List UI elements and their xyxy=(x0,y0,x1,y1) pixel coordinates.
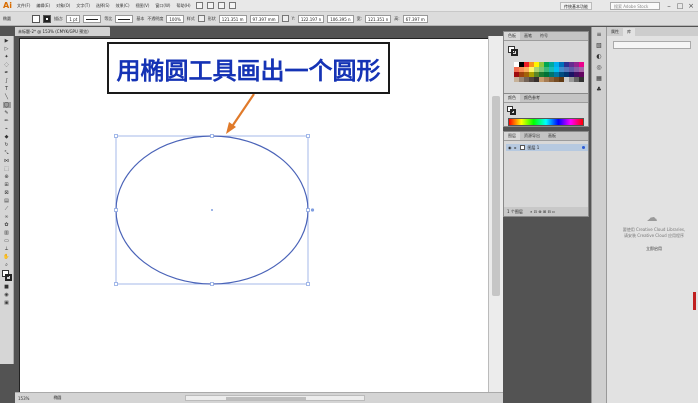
libraries-message-line2: 请安装 Creative Cloud 应用程序 xyxy=(623,233,684,238)
tab-properties[interactable]: 属性 xyxy=(607,28,623,36)
layer-footer-icons[interactable]: ⌕ ⊡ ⊕ ⊞ ⊟ ▫ xyxy=(530,209,555,214)
zoom-level[interactable]: 153% xyxy=(18,396,29,401)
tab-swatches[interactable]: 色板 xyxy=(504,32,520,40)
vertical-scroll-thumb[interactable] xyxy=(492,96,500,296)
swatch[interactable] xyxy=(579,77,584,82)
collapsed-panel-strip: ≡ ▧ ◐ ◎ ▦ ♣ xyxy=(591,27,606,403)
layer-count: 1 个图层 xyxy=(507,209,523,214)
layer-name[interactable]: 图层 1 xyxy=(528,145,540,151)
layers-panel: 图层 资源导出 画板 ◉ ▸ 图层 1 1 个图层 ⌕ ⊡ ⊕ ⊞ ⊟ ▫ xyxy=(503,131,589,217)
color-panel: 颜色 颜色参考 xyxy=(503,93,589,127)
gradient-panel-icon[interactable]: ▧ xyxy=(595,42,604,50)
tab-libraries[interactable]: 库 xyxy=(623,28,635,36)
libraries-panel-tabs: 属性 库 xyxy=(607,27,698,36)
layers-panel-tabs: 图层 资源导出 画板 xyxy=(504,132,588,141)
swatch-grid[interactable] xyxy=(514,62,586,82)
horizontal-scrollbar[interactable] xyxy=(185,395,365,401)
status-bar: 153% 椭圆 xyxy=(15,392,503,403)
tab-symbols[interactable]: 符号 xyxy=(536,32,552,40)
annotation-text: 用椭圆工具画出一个圆形 xyxy=(116,55,381,85)
annotation-callout: 用椭圆工具画出一个圆形 xyxy=(107,42,390,94)
annotation-arrow xyxy=(226,93,255,134)
enable-now-link[interactable]: 立即启用 xyxy=(611,246,697,252)
panel-dock: 色板 画笔 符号 颜色 颜色参考 图层 资源导出 画板 ◉ ▸ 图层 1 1 个… xyxy=(503,27,591,403)
center-point xyxy=(211,209,213,211)
visibility-eye-icon[interactable]: ◉ xyxy=(508,145,512,150)
horizontal-scroll-thumb[interactable] xyxy=(226,397,306,400)
tab-artboards[interactable]: 画板 xyxy=(544,132,560,140)
color-spectrum[interactable] xyxy=(508,118,584,126)
swatches-panel-tabs: 色板 画笔 符号 xyxy=(504,32,588,41)
layer-thumbnail xyxy=(519,145,525,150)
tab-color-guide[interactable]: 颜色参考 xyxy=(520,94,544,102)
library-select[interactable] xyxy=(613,41,691,49)
ellipse-pie-widget[interactable] xyxy=(310,208,315,212)
tab-brushes[interactable]: 画笔 xyxy=(520,32,536,40)
expand-arrow-icon[interactable]: ▸ xyxy=(515,145,517,150)
symbols-panel-icon[interactable]: ♣ xyxy=(595,86,604,94)
panel-resize-handle[interactable] xyxy=(693,292,696,310)
appearance-panel-icon[interactable]: ◎ xyxy=(595,64,604,72)
tab-layers[interactable]: 图层 xyxy=(504,132,520,140)
libraries-panel: 属性 库 ☁ 要使用 Creative Cloud Libraries, 请安装… xyxy=(606,27,698,403)
vertical-scrollbar[interactable] xyxy=(488,36,503,392)
color-stroke-indicator[interactable] xyxy=(510,109,516,115)
layer-row[interactable]: ◉ ▸ 图层 1 xyxy=(506,144,588,151)
current-stroke-swatch[interactable] xyxy=(511,49,518,56)
transparency-panel-icon[interactable]: ◐ xyxy=(595,53,604,61)
tab-asset-export[interactable]: 资源导出 xyxy=(520,132,544,140)
current-tool-status[interactable]: 椭圆 xyxy=(53,395,61,401)
graphic-styles-panel-icon[interactable]: ▦ xyxy=(595,75,604,83)
layer-target-icon[interactable] xyxy=(582,146,585,149)
tab-color[interactable]: 颜色 xyxy=(504,94,520,102)
stroke-panel-icon[interactable]: ≡ xyxy=(595,31,604,39)
creative-cloud-icon: ☁ xyxy=(646,211,658,224)
color-panel-tabs: 颜色 颜色参考 xyxy=(504,94,588,103)
layers-footer: 1 个图层 ⌕ ⊡ ⊕ ⊞ ⊟ ▫ xyxy=(504,207,588,216)
